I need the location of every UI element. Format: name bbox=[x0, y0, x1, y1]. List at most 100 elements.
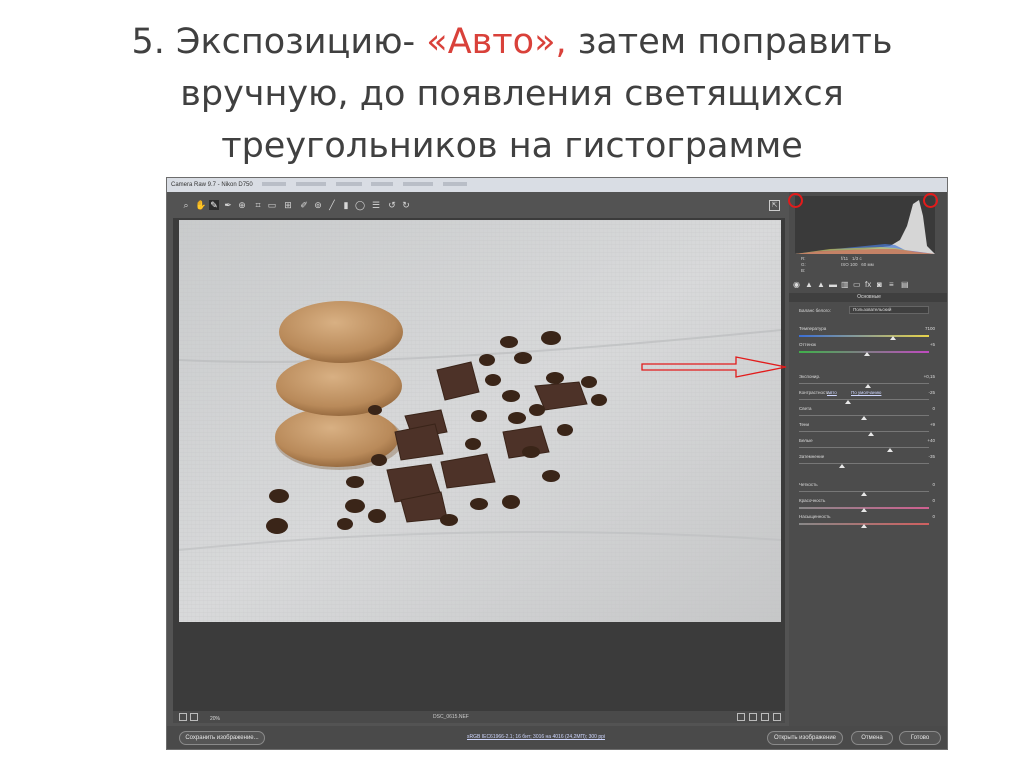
menu-placeholder bbox=[442, 182, 467, 187]
auto-link[interactable]: Авто bbox=[827, 390, 837, 395]
view-compare-icon[interactable] bbox=[749, 713, 757, 721]
camera-raw-window: Camera Raw 9.7 - Nikon D750 ⌕ ✋ ✎ ✒ ⊕ ⌗ … bbox=[166, 177, 948, 750]
slider-label: Насыщенность bbox=[799, 514, 831, 519]
shadow-clipping-indicator[interactable] bbox=[788, 193, 803, 208]
annotation-arrow bbox=[641, 356, 787, 378]
slider-track[interactable] bbox=[799, 399, 929, 400]
view-y-icon[interactable] bbox=[737, 713, 745, 721]
save-image-button[interactable]: Сохранить изображение... bbox=[179, 731, 265, 745]
slider-thumb[interactable] bbox=[867, 432, 874, 436]
slider-thumb[interactable] bbox=[861, 524, 867, 528]
slider-row: Оттенок +5 bbox=[799, 342, 939, 356]
tab-lens[interactable]: ▭ bbox=[853, 280, 861, 289]
tab-camera-calibration[interactable]: ◙ bbox=[877, 280, 882, 289]
transform-icon[interactable]: ⊞ bbox=[283, 200, 293, 210]
view-settings-icon[interactable] bbox=[773, 713, 781, 721]
spot-removal-icon[interactable]: ✐ bbox=[299, 200, 309, 210]
slider-row: Температура 7100 bbox=[799, 326, 939, 340]
title-line-2: вручную, до появления светящихся bbox=[180, 74, 844, 114]
menu-placeholder bbox=[371, 182, 394, 187]
title-line-1: 5. Экспозицию- «Авто», затем поправить bbox=[131, 22, 893, 62]
tab-tone-curve[interactable]: ▲ bbox=[805, 280, 813, 289]
crop-icon[interactable]: ⌗ bbox=[253, 200, 263, 210]
slider-value[interactable]: +40 bbox=[927, 438, 935, 443]
slider-track[interactable] bbox=[799, 447, 929, 448]
tab-split-toning[interactable]: ▥ bbox=[841, 280, 849, 289]
view-swap-icon[interactable] bbox=[761, 713, 769, 721]
slider-value[interactable]: 0 bbox=[932, 498, 935, 503]
done-button[interactable]: Готово bbox=[899, 731, 941, 745]
title-accent: «Авто», bbox=[426, 22, 567, 62]
slider-value[interactable]: 0 bbox=[932, 514, 935, 519]
filmstrip-icon[interactable] bbox=[179, 713, 187, 721]
tab-hsl[interactable]: ▬ bbox=[829, 280, 837, 289]
open-image-button[interactable]: Открыть изображение bbox=[767, 731, 843, 745]
slider-track[interactable] bbox=[799, 335, 929, 337]
panel-tabs: ◉ ▲ ▲ ▬ ▥ ▭ fx ◙ ≡ ▤ bbox=[793, 280, 943, 290]
tab-detail[interactable]: ▲ bbox=[817, 280, 825, 289]
slider-thumb[interactable] bbox=[863, 352, 870, 356]
white-balance-icon[interactable]: ✎ bbox=[209, 200, 219, 210]
histogram bbox=[795, 196, 935, 254]
preview-photo bbox=[179, 220, 781, 622]
slider-thumb[interactable] bbox=[864, 384, 871, 388]
slider-track[interactable] bbox=[799, 463, 929, 464]
zoom-level[interactable]: 20% bbox=[210, 713, 220, 725]
slider-row: Света 0 bbox=[799, 406, 939, 420]
default-link[interactable]: По умолчанию bbox=[851, 390, 881, 395]
highlight-clipping-indicator[interactable] bbox=[923, 193, 938, 208]
zoom-icon[interactable]: ⌕ bbox=[181, 200, 191, 210]
slider-label: Контрастность bbox=[799, 390, 830, 395]
rotate-left-icon[interactable]: ↺ bbox=[387, 200, 397, 210]
slide-title: 5. Экспозицию- «Авто», затем поправить в… bbox=[60, 16, 964, 172]
graduated-filter-icon[interactable]: ▮ bbox=[341, 200, 351, 210]
slider-value[interactable]: -25 bbox=[928, 390, 935, 395]
slider-thumb[interactable] bbox=[845, 400, 852, 404]
red-eye-icon[interactable]: ⊚ bbox=[313, 200, 323, 210]
cancel-button[interactable]: Отмена bbox=[851, 731, 893, 745]
tab-effects[interactable]: fx bbox=[865, 280, 871, 289]
slider-track[interactable] bbox=[799, 431, 929, 432]
slider-label: Температура bbox=[799, 326, 827, 331]
slider-value[interactable]: 0 bbox=[932, 406, 935, 411]
workflow-options-link[interactable]: sRGB IEC61966-2.1; 16 бит; 3016 на 4016 … bbox=[467, 734, 605, 740]
radial-filter-icon[interactable]: ◯ bbox=[355, 200, 365, 210]
slider-thumb[interactable] bbox=[838, 464, 845, 468]
slider-thumb[interactable] bbox=[861, 492, 867, 496]
white-balance-select[interactable]: Пользовательский bbox=[849, 306, 929, 314]
adjustment-panel: R: G: B: f/11 1/3 с ISO 100 60 мм ◉ ▲ ▲ … bbox=[788, 192, 947, 726]
straighten-icon[interactable]: ▭ bbox=[267, 200, 277, 210]
filmstrip-icon[interactable] bbox=[190, 713, 198, 721]
adjustment-brush-icon[interactable]: ╱ bbox=[327, 200, 337, 210]
menu-placeholder bbox=[403, 182, 434, 187]
bottom-bar: Сохранить изображение... sRGB IEC61966-2… bbox=[167, 726, 947, 749]
slider-value[interactable]: 0 bbox=[932, 482, 935, 487]
tab-snapshots[interactable]: ▤ bbox=[901, 280, 909, 289]
slider-value[interactable]: +9 bbox=[930, 422, 935, 427]
target-adjust-icon[interactable]: ⊕ bbox=[237, 200, 247, 210]
slider-row: Белые +40 bbox=[799, 438, 939, 452]
slider-value[interactable]: +5 bbox=[930, 342, 935, 347]
title-line-3: треугольников на гистограмме bbox=[221, 126, 803, 166]
slider-thumb[interactable] bbox=[861, 416, 867, 420]
slider-value[interactable]: 7100 bbox=[925, 326, 935, 331]
slider-row: Насыщенность 0 bbox=[799, 514, 939, 528]
slider-value[interactable]: -35 bbox=[928, 454, 935, 459]
tab-presets[interactable]: ≡ bbox=[889, 280, 894, 289]
preferences-icon[interactable]: ☰ bbox=[371, 200, 381, 210]
hand-icon[interactable]: ✋ bbox=[195, 200, 206, 210]
slider-thumb[interactable] bbox=[889, 336, 896, 340]
slider-thumb[interactable] bbox=[887, 448, 893, 452]
slider-value[interactable]: +0,15 bbox=[924, 374, 935, 379]
slider-label: Экспонир. bbox=[799, 374, 821, 379]
slider-row: Экспонир. +0,15 bbox=[799, 374, 939, 388]
tab-basic[interactable]: ◉ bbox=[793, 280, 800, 289]
slider-row: Четкость 0 bbox=[799, 482, 939, 496]
fullscreen-icon[interactable]: ⇱ bbox=[769, 200, 780, 211]
slider-row: Затемнение -35 bbox=[799, 454, 939, 468]
color-sampler-icon[interactable]: ✒ bbox=[223, 200, 233, 210]
slider-thumb[interactable] bbox=[861, 508, 867, 512]
slider-label: Света bbox=[799, 406, 812, 411]
rotate-right-icon[interactable]: ↻ bbox=[401, 200, 411, 210]
slider-label: Тени bbox=[799, 422, 809, 427]
